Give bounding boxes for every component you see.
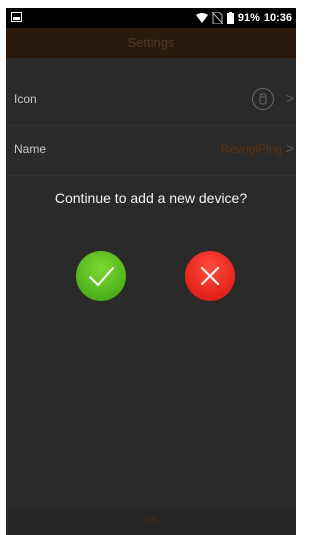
- name-label: Name: [14, 142, 47, 156]
- settings-row-name[interactable]: Name RevogiPlug >: [6, 126, 296, 176]
- ok-label: OK: [142, 513, 160, 527]
- close-icon: [201, 267, 219, 285]
- confirm-button[interactable]: [76, 251, 126, 301]
- page-title: Settings: [127, 35, 175, 50]
- cancel-button[interactable]: [185, 251, 235, 301]
- gallery-icon: [11, 12, 22, 22]
- status-indicators: 91% 10:36: [195, 11, 292, 25]
- no-sim-icon: [211, 12, 223, 24]
- status-bar: 91% 10:36: [6, 8, 296, 28]
- clock: 10:36: [263, 12, 292, 24]
- phone-screen: 91% 10:36 Settings Icon > Name RevogiPlu…: [6, 8, 296, 535]
- chevron-right-icon: >: [285, 90, 294, 106]
- battery-icon: [226, 12, 234, 24]
- wifi-icon: [195, 13, 208, 23]
- chevron-right-icon: >: [285, 140, 294, 156]
- settings-row-icon[interactable]: Icon >: [6, 76, 296, 126]
- ok-button[interactable]: OK: [6, 508, 296, 535]
- plug-icon: [252, 88, 274, 110]
- dialog-message: Continue to add a new device?: [54, 190, 248, 206]
- checkmark-icon: [89, 267, 114, 286]
- battery-percent: 91%: [237, 12, 260, 24]
- icon-label: Icon: [14, 92, 37, 106]
- name-value: RevogiPlug: [220, 142, 282, 156]
- page-title-bar: Settings: [6, 28, 296, 58]
